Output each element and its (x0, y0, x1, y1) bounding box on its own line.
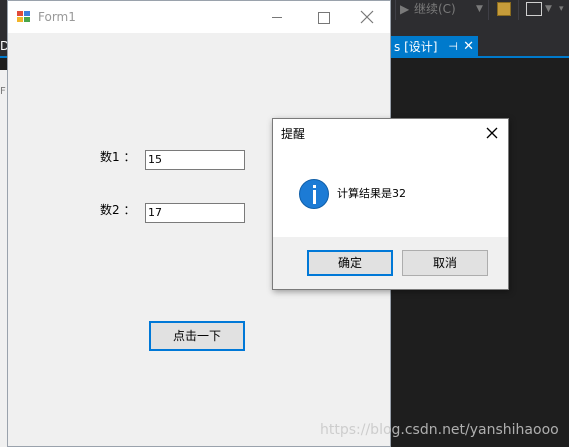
message-text: 计算结果是32 (337, 187, 406, 200)
message-box-close-icon[interactable] (484, 125, 500, 141)
ok-button[interactable]: 确定 (307, 250, 393, 276)
close-x-glyph (486, 127, 498, 139)
tab-designer[interactable]: s [设计] ⊣ ✕ (388, 36, 478, 58)
message-box-title: 提醒 (281, 127, 306, 141)
label-number-2: 数2 ： (100, 203, 136, 217)
message-box: 提醒 计算结果是32 确定 取消 (272, 118, 509, 290)
pin-icon[interactable]: ⊣ (448, 36, 458, 58)
minimize-icon[interactable] (254, 1, 300, 33)
close-icon-glyph (360, 10, 374, 24)
number-1-input[interactable]: 15 (145, 150, 245, 170)
home-icon[interactable] (526, 2, 542, 16)
toolbar-separator (395, 0, 396, 20)
overflow-icon[interactable]: ▾ (559, 0, 564, 18)
toolbar-separator (488, 0, 489, 20)
form-app-icon (17, 11, 31, 23)
continue-dropdown-icon[interactable]: ▼ (476, 0, 483, 18)
info-icon (299, 179, 329, 209)
toolbar-separator (518, 0, 519, 20)
form1-titlebar[interactable]: Form1 (8, 1, 390, 33)
continue-button[interactable]: 继续(C) (414, 0, 456, 18)
watermark: https://blog.csdn.net/yanshihaooo (320, 422, 559, 438)
close-tab-icon[interactable]: ✕ (463, 36, 474, 58)
message-box-titlebar[interactable]: 提醒 (273, 119, 508, 149)
maximize-icon[interactable] (300, 1, 346, 33)
play-icon[interactable]: ▶ (400, 0, 409, 18)
label-number-1: 数1 ： (100, 150, 136, 164)
left-panel-letter: F (0, 86, 6, 97)
form1-title: Form1 (38, 10, 76, 24)
close-icon[interactable] (344, 1, 390, 33)
click-button[interactable]: 点击一下 (149, 321, 245, 351)
home-dropdown-icon[interactable]: ▼ (545, 0, 552, 18)
tab-designer-label: s [设计] (394, 40, 438, 54)
cancel-button[interactable]: 取消 (402, 250, 488, 276)
message-box-footer: 确定 取消 (273, 237, 508, 289)
number-2-input[interactable]: 17 (145, 203, 245, 223)
toolbar-tool-icon[interactable] (497, 2, 511, 16)
